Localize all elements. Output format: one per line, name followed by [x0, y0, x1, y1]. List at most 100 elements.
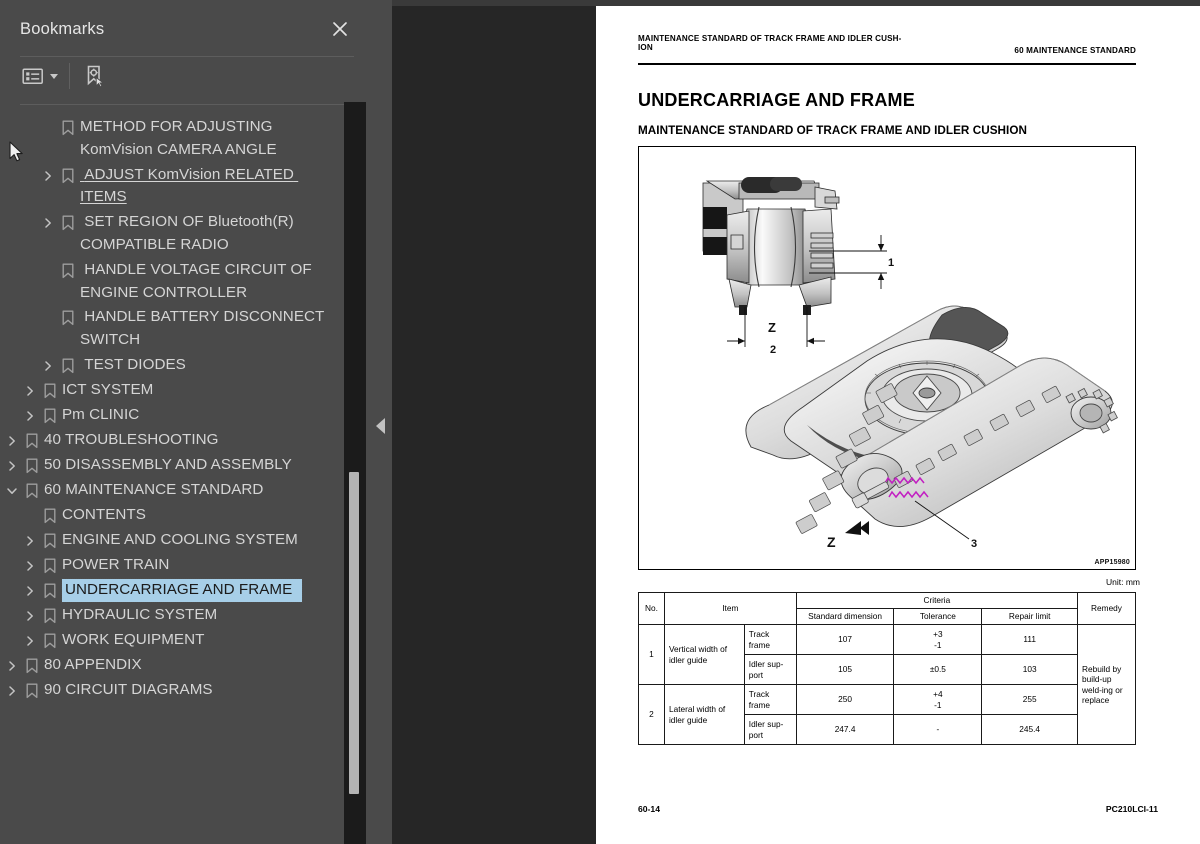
bookmark-item-label: UNDERCARRIAGE AND FRAME: [60, 577, 304, 603]
cell-subitem: Track frame: [743, 684, 797, 715]
new-bookmark-icon[interactable]: [80, 61, 110, 91]
collapse-panel-icon[interactable]: [376, 418, 385, 434]
bookmark-item-label: CONTENTS: [62, 505, 146, 523]
bookmark-icon: [58, 354, 80, 377]
bookmark-item[interactable]: TEST DIODES: [0, 353, 350, 378]
panel-splitter[interactable]: [368, 6, 392, 844]
list-options-icon[interactable]: [19, 61, 61, 91]
running-head-rule: [638, 63, 1136, 66]
bookmark-item[interactable]: HANDLE BATTERY DISCONNECT SWITCH: [0, 305, 350, 353]
table-row: 2 Lateral width of idler guide Track frame…: [638, 684, 1136, 745]
bookmark-item[interactable]: 50 DISASSEMBLY AND ASSEMBLY: [0, 453, 350, 478]
page-title: UNDERCARRIAGE AND FRAME: [638, 90, 915, 110]
bookmark-icon: [40, 604, 62, 627]
bookmark-icon: [40, 379, 62, 402]
track-frame-assembly: [745, 305, 1118, 534]
chevron-right-icon[interactable]: [38, 164, 58, 187]
header-repair-limit: Repair limit: [981, 608, 1079, 625]
bookmark-item[interactable]: UNDERCARRIAGE AND FRAME: [0, 577, 350, 603]
cell-repair-limit: 245.4: [981, 714, 1079, 745]
bookmark-item[interactable]: 60 MAINTENANCE STANDARD: [0, 478, 350, 503]
header-divider-bottom: [20, 104, 354, 105]
bookmark-item[interactable]: METHOD FOR ADJUSTING KomVision CAMERA AN…: [0, 115, 350, 163]
cell-repair-limit: 111: [981, 624, 1079, 655]
bookmarks-panel: Bookmarks METHOD FOR ADJUSTING KomVision…: [0, 6, 368, 844]
chevron-right-icon[interactable]: [20, 604, 40, 627]
bookmarks-scrollbar-thumb[interactable]: [349, 472, 359, 794]
panel-title: Bookmarks: [20, 19, 105, 38]
running-head-right: 60 MAINTENANCE STANDARD: [1014, 46, 1136, 55]
bookmark-item[interactable]: WORK EQUIPMENT: [0, 628, 350, 653]
bookmark-icon: [40, 554, 62, 577]
technical-illustration: 1 Z 2 3 Z APP15980: [638, 146, 1136, 570]
cell-subitem: Idler sup-port: [743, 714, 797, 745]
bookmark-item-label: 60 MAINTENANCE STANDARD: [44, 480, 264, 498]
bookmark-icon: [22, 654, 44, 677]
header-no: No.: [638, 592, 665, 625]
cell-item: Lateral width of idler guide: [663, 684, 745, 745]
bookmark-icon: [58, 259, 80, 282]
chevron-right-icon[interactable]: [2, 429, 22, 452]
bookmark-item-label: TEST DIODES: [80, 355, 186, 373]
page-subtitle: MAINTENANCE STANDARD OF TRACK FRAME AND …: [638, 124, 1027, 137]
bookmark-icon: [22, 679, 44, 702]
chevron-right-icon[interactable]: [20, 629, 40, 652]
bookmark-item[interactable]: POWER TRAIN: [0, 553, 350, 578]
bookmark-item[interactable]: ADJUST KomVision RELATED ITEMS: [0, 163, 350, 211]
bookmark-item-label: HYDRAULIC SYSTEM: [62, 605, 218, 623]
chevron-down-icon[interactable]: [2, 479, 22, 502]
chevron-right-icon[interactable]: [20, 379, 40, 402]
cell-no: 2: [638, 684, 665, 745]
cell-tolerance: +4 -1: [893, 684, 983, 715]
cell-tolerance: -: [893, 714, 983, 745]
running-head-left: MAINTENANCE STANDARD OF TRACK FRAME AND …: [638, 34, 902, 52]
bookmark-item-label: Pm CLINIC: [62, 405, 140, 423]
chevron-right-icon[interactable]: [20, 579, 40, 602]
chevron-right-icon[interactable]: [38, 354, 58, 377]
chevron-right-icon[interactable]: [2, 454, 22, 477]
table-row: 1 Vertical width of idler guide Track fram…: [638, 624, 1136, 745]
bookmark-icon: [22, 454, 44, 477]
cell-no: 1: [638, 624, 665, 685]
bookmark-item[interactable]: CONTENTS: [0, 503, 350, 528]
twisty-spacer: [38, 116, 58, 139]
chevron-right-icon[interactable]: [2, 679, 22, 702]
application-window: Bookmarks METHOD FOR ADJUSTING KomVision…: [0, 0, 1200, 844]
cell-remedy: Rebuild by build-up weld-ing or replace: [1077, 624, 1136, 745]
chevron-right-icon[interactable]: [20, 554, 40, 577]
bookmark-item-label: 40 TROUBLESHOOTING: [44, 430, 219, 448]
bookmark-item-label: HANDLE BATTERY DISCONNECT SWITCH: [80, 308, 329, 349]
bookmark-item-label: ICT SYSTEM: [62, 380, 154, 398]
bookmark-tree[interactable]: METHOD FOR ADJUSTING KomVision CAMERA AN…: [0, 106, 368, 844]
chevron-right-icon[interactable]: [38, 211, 58, 234]
twisty-spacer: [38, 259, 58, 282]
bookmark-item[interactable]: 80 APPENDIX: [0, 653, 350, 678]
cell-standard: 105: [795, 654, 895, 685]
bookmark-item[interactable]: 90 CIRCUIT DIAGRAMS: [0, 678, 350, 703]
bookmark-icon: [22, 479, 44, 502]
bookmark-icon: [40, 579, 62, 602]
section-label-z-bottom: Z: [827, 534, 836, 550]
bookmark-item[interactable]: ICT SYSTEM: [0, 378, 350, 403]
header-tolerance: Tolerance: [893, 608, 983, 625]
chevron-right-icon[interactable]: [20, 529, 40, 552]
chevron-right-icon[interactable]: [2, 654, 22, 677]
chevron-right-icon[interactable]: [20, 404, 40, 427]
document-page: MAINTENANCE STANDARD OF TRACK FRAME AND …: [596, 6, 1200, 844]
cell-subitem: Track frame: [743, 624, 797, 655]
close-icon[interactable]: [326, 15, 354, 43]
bookmark-item[interactable]: HYDRAULIC SYSTEM: [0, 603, 350, 628]
bookmark-item[interactable]: Pm CLINIC: [0, 403, 350, 428]
cell-repair-limit: 103: [981, 654, 1079, 685]
bookmark-item-label: 50 DISASSEMBLY AND ASSEMBLY: [44, 455, 292, 473]
bookmark-icon: [58, 211, 80, 234]
bookmark-item[interactable]: SET REGION OF Bluetooth(R) COMPATIBLE RA…: [0, 210, 350, 258]
bookmark-item[interactable]: ENGINE AND COOLING SYSTEM: [0, 528, 350, 553]
bookmark-item-label: HANDLE VOLTAGE CIRCUIT OF ENGINE CONTROL…: [80, 260, 316, 301]
bookmark-icon: [22, 429, 44, 452]
callout-2: 2: [770, 344, 776, 356]
bookmark-icon: [40, 629, 62, 652]
bookmark-item[interactable]: HANDLE VOLTAGE CIRCUIT OF ENGINE CONTROL…: [0, 258, 350, 306]
footer-page-number: 60-14: [638, 804, 660, 814]
bookmark-item[interactable]: 40 TROUBLESHOOTING: [0, 428, 350, 453]
